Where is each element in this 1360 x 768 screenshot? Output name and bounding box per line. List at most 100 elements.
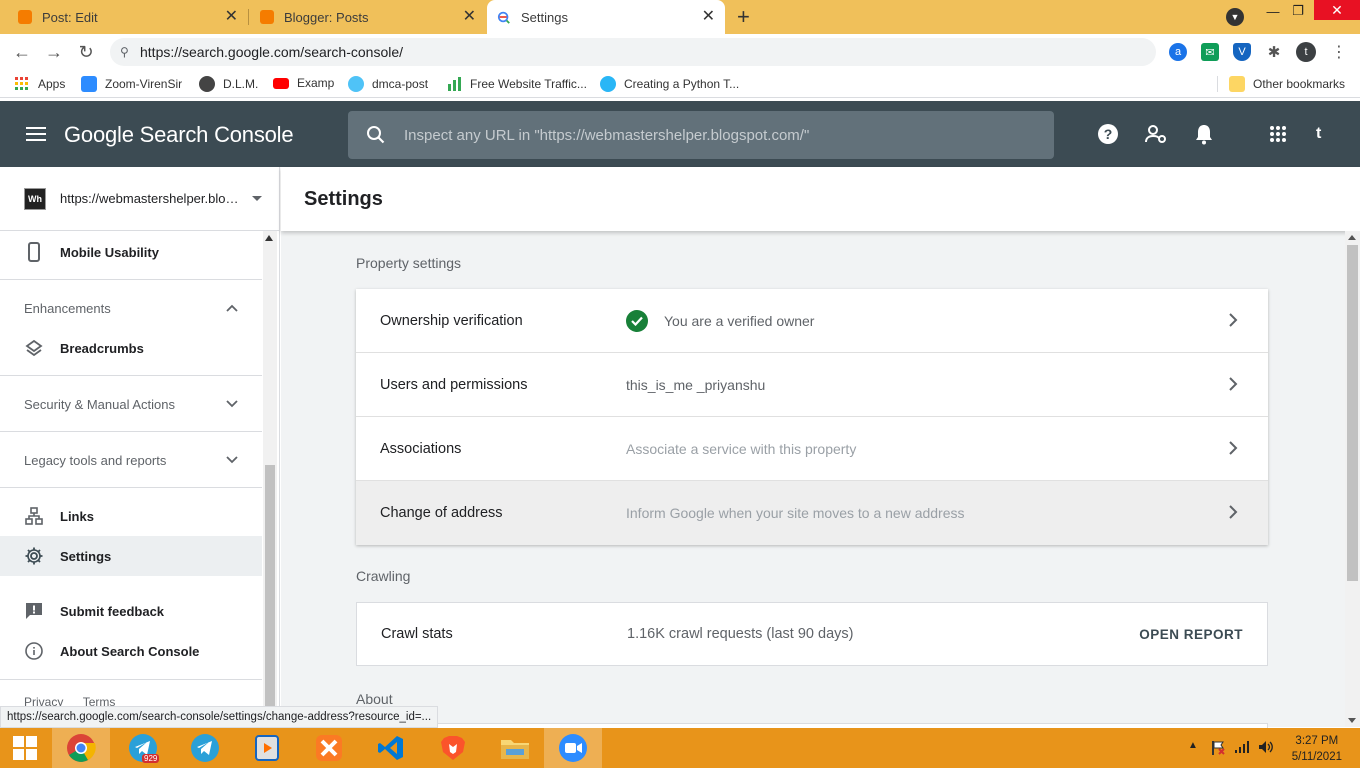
taskbar-vscode[interactable] [362,728,420,768]
open-report-button[interactable]: OPEN REPORT [1139,627,1243,642]
scroll-up-icon[interactable] [265,235,273,241]
taskbar-file-explorer[interactable] [486,728,544,768]
chevron-down-icon [226,456,238,464]
row-ownership-verification[interactable]: Ownership verification You are a verifie… [356,289,1268,353]
taskbar-telegram-desktop[interactable]: 929 [114,728,172,768]
menu-icon[interactable] [26,127,46,141]
forward-button[interactable]: → [42,40,66,64]
nav-settings[interactable]: Settings [0,536,262,576]
main-scroll-thumb[interactable] [1347,245,1358,581]
profile-avatar[interactable]: t [1296,42,1316,62]
crawl-stats-label: Crawl stats [381,626,453,642]
bookmark-python[interactable]: Creating a Python T... [600,76,739,92]
google-apps-icon[interactable] [1266,122,1290,146]
close-tab-icon[interactable]: ✕ [702,9,715,25]
taskbar-telegram[interactable] [176,728,234,768]
taskbar-video-player[interactable] [238,728,296,768]
tray-expand-icon[interactable]: ▲ [1188,740,1198,751]
bookmark-separator [1217,76,1218,92]
section-security[interactable]: Security & Manual Actions [0,384,262,424]
tab-post-edit[interactable]: Post: Edit ✕ [8,0,248,34]
row-value: You are a verified owner [626,309,814,332]
nav-about[interactable]: About Search Console [0,631,262,671]
phone-icon [24,242,44,262]
taskbar-xampp[interactable] [300,728,358,768]
row-label: Ownership verification [380,312,523,329]
info-icon [24,641,44,661]
nav-mobile-usability[interactable]: Mobile Usability [0,232,262,272]
windows-start-button[interactable] [0,728,50,768]
extension-mail-icon[interactable]: ✉ [1201,43,1219,61]
nav-label: About Search Console [60,643,200,659]
nav-breadcrumbs[interactable]: Breadcrumbs [0,328,262,368]
extensions-puzzle-icon[interactable]: ✱ [1265,43,1283,61]
bookmark-free-traffic[interactable]: Free Website Traffic... [446,76,587,92]
account-avatar[interactable]: t [1316,125,1321,143]
tray-volume-icon[interactable] [1258,740,1274,757]
new-tab-button[interactable]: + [737,4,750,30]
taskbar-brave[interactable] [424,728,482,768]
row-users-permissions[interactable]: Users and permissions this_is_me _priyan… [356,353,1268,417]
layers-icon [24,338,44,358]
bookmark-label: Free Website Traffic... [470,77,587,91]
divider [0,431,262,432]
section-label: Enhancements [24,300,111,316]
manage-users-icon[interactable] [1144,122,1168,146]
menu-kebab-icon[interactable]: ⋮ [1330,43,1348,61]
tab-settings[interactable]: Settings ✕ [487,0,725,34]
address-bar[interactable]: ⚲ https://search.google.com/search-conso… [110,38,1156,66]
row-change-of-address[interactable]: Change of address Inform Google when you… [356,481,1268,545]
app-logo[interactable]: Google Search Console [64,122,294,148]
row-value: Inform Google when your site moves to a … [626,505,965,521]
window-close-button[interactable]: ✕ [1314,0,1360,20]
chevron-up-icon [226,304,238,312]
tray-network-flag-icon[interactable] [1210,740,1226,759]
reload-button[interactable]: ↻ [74,40,98,64]
close-tab-icon[interactable]: ✕ [225,9,238,25]
nav-links[interactable]: Links [0,496,262,536]
verified-check-icon [626,309,648,332]
section-enhancements[interactable]: Enhancements [0,288,262,328]
browser-tabstrip: Post: Edit ✕ Blogger: Posts ✕ Settings ✕… [0,0,1360,34]
tray-signal-icon[interactable] [1234,740,1250,757]
back-button[interactable]: ← [10,40,34,64]
section-title-about: About [356,691,393,707]
sidebar-scrollbar[interactable] [263,231,277,727]
bookmark-dlm[interactable]: D.L.M. [199,76,258,92]
nav-label: Breadcrumbs [60,340,144,356]
taskbar-chrome[interactable] [52,728,110,768]
notifications-bell-icon[interactable] [1192,122,1216,146]
minimize-button[interactable]: — [1262,0,1284,22]
row-value: this_is_me _priyanshu [626,376,766,393]
row-associations[interactable]: Associations Associate a service with th… [356,417,1268,481]
section-legacy[interactable]: Legacy tools and reports [0,440,262,480]
property-settings-card: Ownership verification You are a verifie… [356,289,1268,545]
tab-blogger-posts[interactable]: Blogger: Posts ✕ [250,0,486,34]
main-scrollbar[interactable] [1345,231,1360,727]
taskbar-zoom[interactable] [544,728,602,768]
chevron-right-icon [1229,377,1238,391]
windows-taskbar: 929 ▲ 3:27 PM 5/11/2021 [0,728,1360,768]
url-inspect-search[interactable] [348,111,1054,159]
bookmark-dmca[interactable]: dmca-post [348,76,428,92]
sidebar-scroll-thumb[interactable] [265,465,275,727]
property-selector[interactable]: Wh https://webmastershelper.blogspot.com… [0,167,279,231]
close-tab-icon[interactable]: ✕ [463,9,476,25]
bookmark-apps[interactable]: Apps [14,76,65,92]
scroll-down-icon[interactable] [1348,718,1356,723]
section-title-crawling: Crawling [356,568,411,584]
bookmark-zoom[interactable]: Zoom-VirenSir [81,76,182,92]
tab-search-icon[interactable]: ▼ [1226,8,1244,26]
help-icon[interactable]: ? [1096,122,1120,146]
bookmark-examp[interactable]: Examp [273,76,334,90]
scroll-up-icon[interactable] [1348,235,1356,240]
restore-button[interactable]: ❐ [1288,0,1308,22]
url-inspect-input[interactable] [404,126,1024,144]
system-clock[interactable]: 3:27 PM 5/11/2021 [1292,733,1342,765]
site-info-icon[interactable]: ⚲ [110,45,140,59]
extension-shield-icon[interactable]: V [1233,43,1251,61]
extension-a-icon[interactable]: a [1169,43,1187,61]
bookmark-other[interactable]: Other bookmarks [1229,76,1345,92]
nav-submit-feedback[interactable]: Submit feedback [0,591,262,631]
nav-label: Settings [60,548,112,564]
